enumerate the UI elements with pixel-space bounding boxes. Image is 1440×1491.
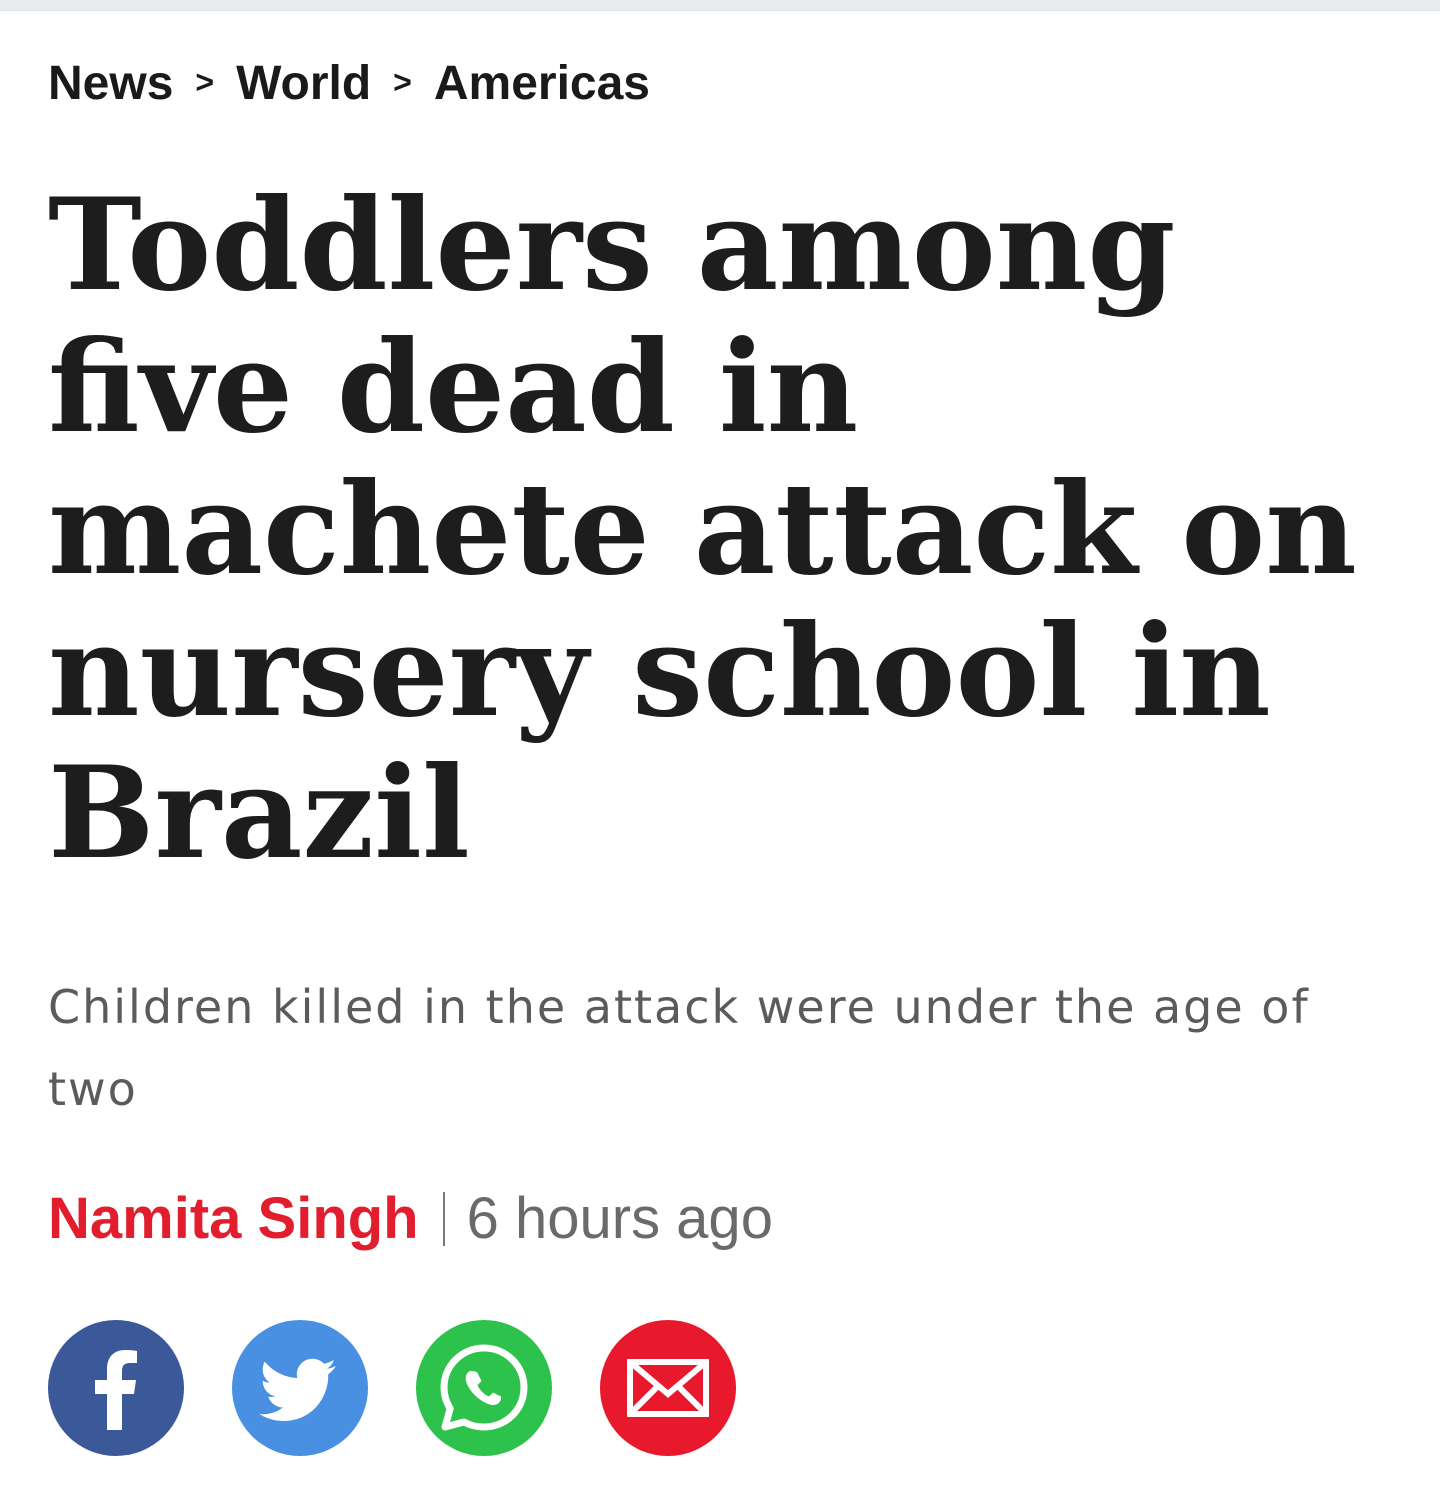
share-twitter-button[interactable] — [232, 1320, 368, 1456]
share-email-button[interactable] — [600, 1320, 736, 1456]
breadcrumb-world[interactable]: World — [236, 54, 371, 114]
share-whatsapp-button[interactable] — [416, 1320, 552, 1456]
breadcrumb-news[interactable]: News — [48, 54, 173, 114]
article-standfirst: Children killed in the attack were under… — [48, 980, 1310, 1116]
byline: Namita Singh 6 hours ago — [48, 1186, 773, 1252]
breadcrumb-americas[interactable]: Americas — [434, 54, 650, 114]
byline-divider — [442, 1192, 445, 1246]
facebook-icon — [95, 1350, 137, 1430]
share-facebook-button[interactable] — [48, 1320, 184, 1456]
publish-time: 6 hours ago — [466, 1186, 773, 1251]
share-buttons — [48, 1320, 736, 1456]
breadcrumb: News > World > Americas — [48, 54, 650, 114]
breadcrumb-separator: > — [393, 64, 412, 100]
author-link[interactable]: Namita Singh — [48, 1186, 419, 1252]
article-headline: Toddlers among five dead in machete atta… — [48, 171, 1357, 887]
twitter-icon — [259, 1358, 336, 1421]
email-icon — [627, 1359, 709, 1417]
top-divider — [0, 0, 1440, 11]
whatsapp-icon — [440, 1344, 528, 1431]
breadcrumb-separator: > — [195, 64, 215, 100]
